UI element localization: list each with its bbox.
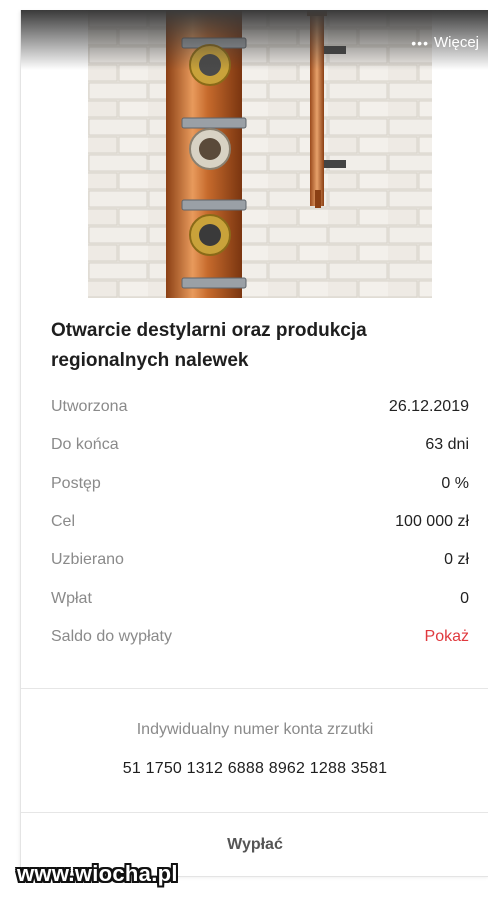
detail-value: 0 <box>460 589 469 607</box>
detail-value: 0 % <box>441 474 469 492</box>
divider <box>21 688 488 689</box>
detail-label: Postęp <box>51 474 101 492</box>
detail-row-balance: Saldo do wypłaty Pokaż <box>51 618 469 656</box>
more-button[interactable]: ••• Więcej <box>411 34 479 51</box>
detail-label: Utworzona <box>51 398 128 416</box>
campaign-title: Otwarcie destylarni oraz produkcja regio… <box>51 320 367 371</box>
more-label: Więcej <box>433 34 479 51</box>
account-number-label: Indywidualny numer konta zrzutki <box>136 721 374 738</box>
show-balance-link[interactable]: Pokaż <box>425 628 469 646</box>
detail-row-progress: Postęp 0 % <box>51 465 469 503</box>
detail-label: Wpłat <box>51 589 92 607</box>
detail-label: Do końca <box>51 436 119 454</box>
campaign-photo-area: ••• Więcej <box>21 10 488 298</box>
ellipsis-icon: ••• <box>411 34 429 51</box>
detail-row-goal: Cel 100 000 zł <box>51 503 469 541</box>
campaign-card: ••• Więcej Otwarcie destylarni oraz prod… <box>20 10 488 877</box>
detail-label: Saldo do wypłaty <box>51 627 172 645</box>
payout-label: Wypłać <box>227 836 283 853</box>
detail-row-payments: Wpłat 0 <box>51 579 469 617</box>
campaign-photo <box>88 10 432 298</box>
campaign-details: Utworzona 26.12.2019 Do końca 63 dni Pos… <box>51 388 469 656</box>
detail-row-collected: Uzbierano 0 zł <box>51 541 469 579</box>
detail-value: 100 000 zł <box>395 513 469 531</box>
detail-value: 63 dni <box>425 436 469 454</box>
detail-label: Uzbierano <box>51 551 124 569</box>
account-number: 51 1750 1312 6888 8962 1288 3581 <box>122 760 388 777</box>
detail-row-remaining: Do końca 63 dni <box>51 426 469 464</box>
detail-label: Cel <box>51 513 76 531</box>
divider <box>21 812 488 813</box>
site-watermark: www.wiocha.pl <box>17 861 178 886</box>
detail-row-created: Utworzona 26.12.2019 <box>51 388 469 426</box>
detail-value: 0 zł <box>444 551 469 569</box>
detail-value: 26.12.2019 <box>388 398 469 416</box>
